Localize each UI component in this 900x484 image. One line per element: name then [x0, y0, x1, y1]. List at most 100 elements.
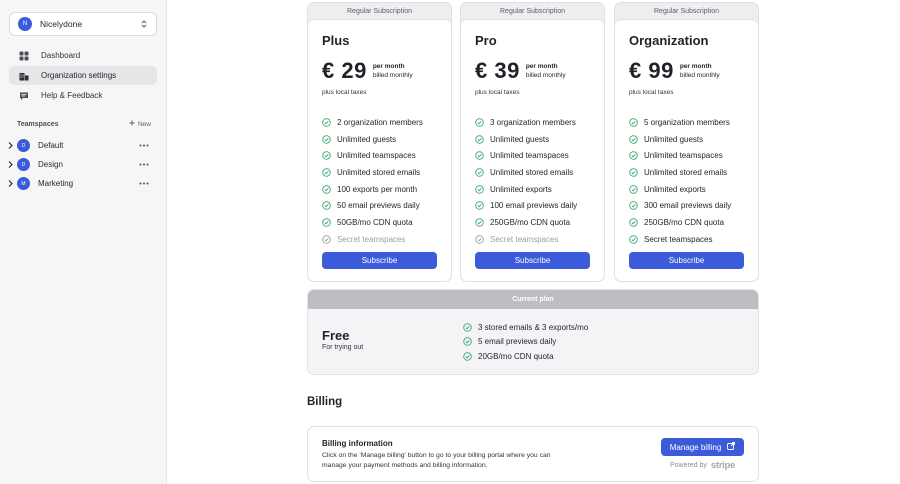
feature-list: 3 organization members Unlimited guests Un… [475, 114, 590, 248]
tax-note: plus local taxes [629, 89, 674, 96]
chevron-right-icon[interactable] [5, 142, 15, 149]
sidebar-item-organization-settings[interactable]: Organization settings [9, 66, 157, 85]
feature-item: Unlimited exports [475, 181, 590, 198]
plan-card-pro: Regular Subscription Pro € 39 per month … [460, 2, 605, 282]
feature-item: 5 email previews daily [463, 335, 588, 350]
sidebar-item-label: Dashboard [41, 51, 81, 60]
feature-item: 50GB/mo CDN quota [322, 214, 437, 231]
sidebar: N Nicelydone Dashboard Organization sett… [0, 0, 167, 484]
check-circle-icon [629, 184, 638, 194]
sidebar-nav: Dashboard Organization settings Help & F… [9, 46, 157, 106]
feature-text: 5 organization members [644, 117, 730, 127]
plan-card-organization: Regular Subscription Organization € 99 p… [614, 2, 759, 282]
feature-text: Unlimited guests [337, 134, 397, 144]
check-circle-icon [629, 201, 638, 211]
plan-name: Plus [322, 33, 350, 48]
check-circle-icon [475, 134, 484, 144]
check-circle-icon [629, 151, 638, 160]
sidebar-item-help-feedback[interactable]: Help & Feedback [9, 86, 157, 105]
feature-item: 300 email previews daily [629, 197, 744, 214]
plan-body: Plus € 29 per month billed monthly plus … [308, 19, 451, 281]
sidebar-item-label: Organization settings [41, 71, 117, 80]
current-plan-bar: Current plan [308, 290, 758, 309]
more-options-icon[interactable] [137, 144, 151, 147]
feature-text: Secret teamspaces [337, 234, 406, 244]
check-circle-icon [629, 134, 638, 144]
feature-text: Secret teamspaces [644, 234, 713, 244]
feature-text: Unlimited exports [490, 184, 552, 194]
feature-text: Unlimited exports [644, 184, 706, 194]
feature-text: Unlimited teamspaces [490, 151, 569, 161]
teamspace-list: D Default D Design M Marketing [5, 136, 155, 193]
feature-text: 3 stored emails & 3 exports/mo [478, 322, 589, 332]
teamspace-item-design[interactable]: D Design [5, 155, 155, 174]
check-circle-icon [629, 218, 638, 227]
current-plan-card: Current plan Free For trying out 3 store… [307, 289, 759, 375]
teamspace-name: Marketing [38, 179, 74, 188]
feature-item: Unlimited stored emails [475, 164, 590, 181]
feature-text: Unlimited guests [490, 134, 550, 144]
more-options-icon[interactable] [137, 182, 151, 185]
feature-item: 3 stored emails & 3 exports/mo [463, 320, 588, 335]
more-options-icon[interactable] [137, 163, 151, 166]
external-link-icon [727, 442, 736, 452]
chat-icon [19, 91, 29, 101]
feature-text: Unlimited stored emails [337, 167, 421, 177]
new-teamspace-button[interactable]: New [129, 120, 151, 128]
check-circle-icon [322, 118, 331, 127]
check-circle-icon [629, 168, 638, 177]
free-plan-title: Free [322, 328, 350, 343]
tax-note: plus local taxes [322, 89, 367, 96]
subscribe-button[interactable]: Subscribe [322, 252, 437, 269]
free-plan-subtitle: For trying out [322, 344, 364, 351]
feature-text: Unlimited teamspaces [644, 151, 723, 161]
price-period: per month billed monthly [680, 62, 720, 80]
check-circle-icon [322, 184, 331, 194]
billing-card: Billing information Click on the 'Manage… [307, 426, 759, 482]
feature-item: 2 organization members [322, 114, 437, 131]
subscribe-button[interactable]: Subscribe [629, 252, 744, 269]
manage-billing-label: Manage billing [669, 442, 722, 452]
chevron-up-down-icon [140, 19, 148, 29]
chevron-right-icon[interactable] [5, 161, 15, 168]
feature-text: 2 organization members [337, 117, 423, 127]
check-circle-icon [475, 201, 484, 211]
subscribe-button[interactable]: Subscribe [475, 252, 590, 269]
price-row: € 99 per month billed monthly [629, 58, 744, 84]
feature-item: 50 email previews daily [322, 197, 437, 214]
organization-icon [19, 71, 29, 81]
chevron-right-icon[interactable] [5, 180, 15, 187]
sidebar-item-dashboard[interactable]: Dashboard [9, 46, 157, 65]
feature-text: 20GB/mo CDN quota [478, 351, 554, 361]
check-circle-icon [322, 168, 331, 177]
feature-text: 100 email previews daily [490, 201, 578, 211]
billed-monthly-label: billed monthly [679, 72, 720, 79]
feature-item: Unlimited exports [629, 181, 744, 198]
manage-billing-button[interactable]: Manage billing [661, 438, 744, 456]
plan-body: Organization € 99 per month billed month… [615, 19, 758, 281]
organization-switcher[interactable]: N Nicelydone [9, 12, 157, 36]
powered-by-label: Powered by [669, 462, 707, 469]
feature-text: 250GB/mo CDN quota [644, 217, 725, 227]
feature-item: Unlimited stored emails [322, 164, 437, 181]
check-circle-icon [322, 201, 331, 211]
check-circle-icon [475, 118, 484, 127]
billed-monthly-label: billed monthly [372, 72, 413, 79]
check-circle-icon [475, 151, 484, 160]
teamspace-item-default[interactable]: D Default [5, 136, 155, 155]
check-circle-icon [322, 134, 331, 144]
plan-price: € 39 [475, 58, 520, 83]
teamspaces-title: Teamspaces [17, 120, 59, 128]
stripe-logo: stripe [710, 460, 735, 471]
feature-item: 5 organization members [629, 114, 744, 131]
feature-item: 100 email previews daily [475, 197, 590, 214]
teamspace-item-marketing[interactable]: M Marketing [5, 174, 155, 193]
price-period: per month billed monthly [526, 62, 566, 80]
plan-name: Pro [475, 33, 497, 48]
check-circle-icon [463, 323, 472, 332]
powered-by-stripe: Powered by stripe [670, 460, 735, 471]
plan-price: € 29 [322, 58, 367, 83]
plan-body: Pro € 39 per month billed monthly plus l… [461, 19, 604, 281]
feature-text: 3 organization members [490, 117, 576, 127]
plan-tag: Regular Subscription [654, 7, 719, 15]
